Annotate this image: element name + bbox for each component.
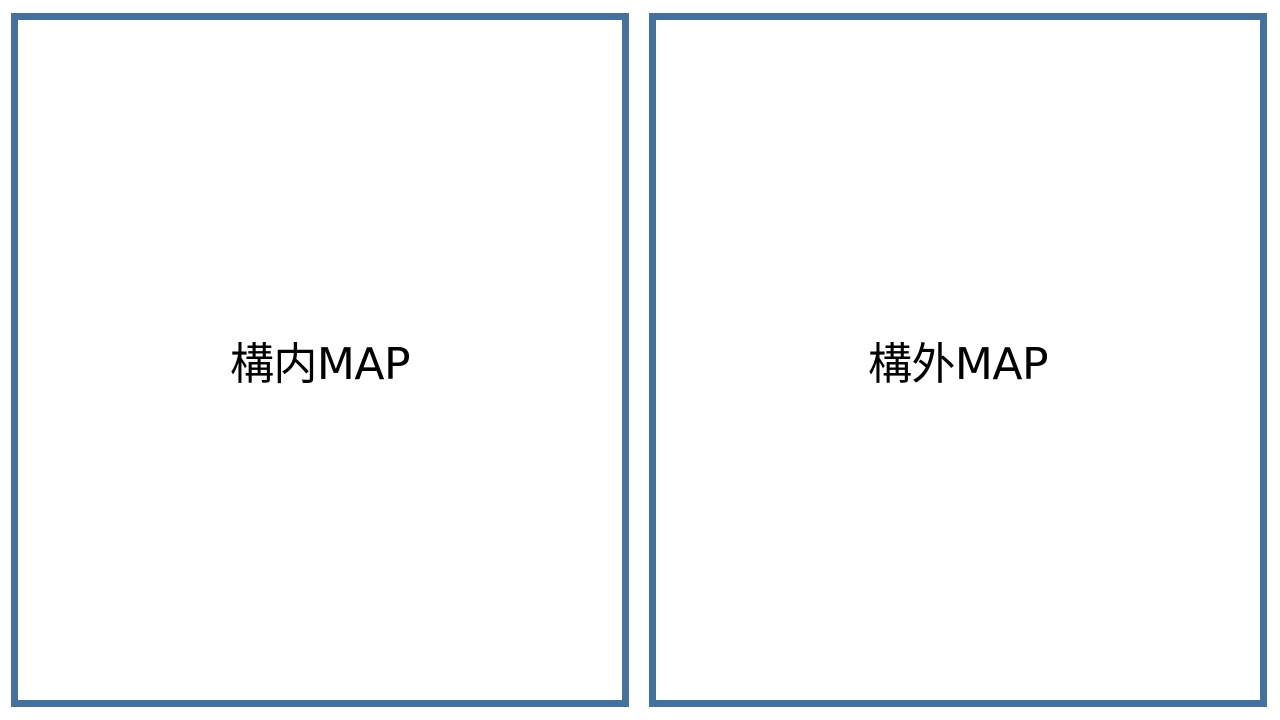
outer-map-label: 構外MAP	[867, 339, 1049, 390]
outer-map-button[interactable]: 構外MAP	[649, 13, 1267, 707]
inner-map-button[interactable]: 構内MAP	[11, 13, 629, 707]
map-selection-screen: 構内MAP 構外MAP	[0, 0, 1280, 720]
inner-map-label: 構内MAP	[229, 339, 411, 390]
